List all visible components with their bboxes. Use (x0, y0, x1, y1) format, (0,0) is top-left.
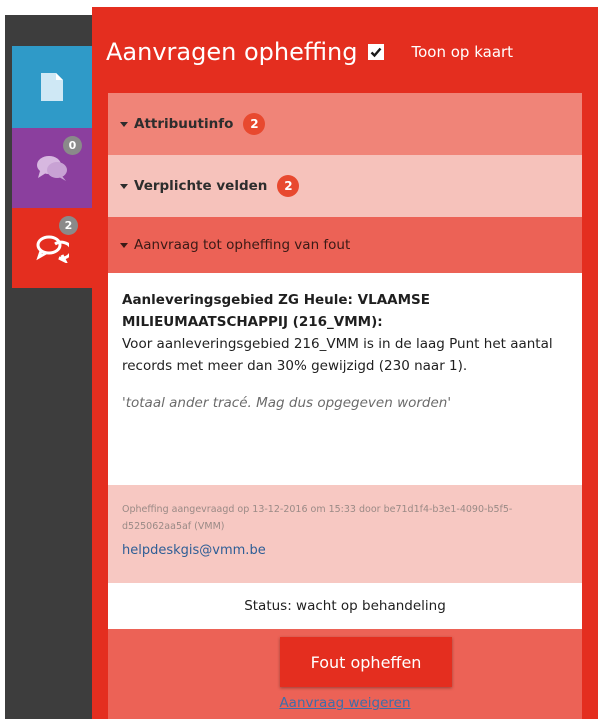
detail-heading: Aanleveringsgebied ZG Heule: VLAAMSE MIL… (122, 292, 430, 330)
messages-count-badge: 0 (63, 136, 82, 155)
section-attribute-info[interactable]: Attribuutinfo 2 (108, 93, 582, 155)
sidebar-tab-messages[interactable]: 0 (12, 128, 92, 208)
checkmark-icon (370, 47, 381, 58)
sidebar-tab-requests[interactable]: 2 (12, 208, 92, 288)
request-detail: Aanleveringsgebied ZG Heule: VLAAMSE MIL… (108, 273, 582, 485)
chat-bubbles-icon (36, 235, 69, 263)
resolve-error-button[interactable]: Fout opheffen (280, 637, 452, 687)
request-meta: Opheffing aangevraagd op 13-12-2016 om 1… (108, 485, 582, 583)
section-label: Attribuutinfo (134, 116, 234, 132)
section-required-fields[interactable]: Verplichte velden 2 (108, 155, 582, 217)
section-request[interactable]: Aanvraag tot opheffing van fout (108, 217, 582, 273)
sidebar-tab-document[interactable] (12, 46, 92, 128)
caret-down-icon (120, 121, 128, 127)
chat-bubbles-icon (37, 156, 67, 181)
requests-count-badge: 2 (59, 216, 78, 235)
document-icon (41, 73, 63, 101)
panel-top-spacer (92, 0, 598, 7)
status-bar: Status: wacht op behandeling (108, 583, 582, 629)
caret-down-icon (120, 242, 128, 248)
page-title: Aanvragen opheffing (106, 38, 358, 66)
section-label: Verplichte velden (134, 178, 268, 194)
reject-request-link[interactable]: Aanvraag weigeren (108, 695, 582, 711)
sidebar-top-spacer (5, 0, 92, 15)
section-label: Aanvraag tot opheffing van fout (134, 237, 351, 253)
status-text: Status: wacht op behandeling (244, 598, 446, 614)
requester-email-link[interactable]: helpdeskgis@vmm.be (122, 543, 568, 558)
panel-header: Aanvragen opheffing Toon op kaart (106, 38, 598, 66)
count-badge: 2 (243, 113, 266, 135)
detail-body: Voor aanleveringsgebied 216_VMM is in de… (122, 336, 553, 374)
caret-down-icon (120, 183, 128, 189)
show-on-map-link[interactable]: Toon op kaart (412, 43, 514, 61)
requests-panel: Aanvragen opheffing Toon op kaart Attrib… (92, 0, 598, 719)
action-footer: Fout opheffen Aanvraag weigeren (108, 629, 582, 719)
show-on-map-checkbox[interactable] (367, 44, 384, 60)
count-badge: 2 (277, 175, 300, 197)
detail-comment: 'totaal ander tracé. Mag dus opgegeven w… (122, 395, 452, 411)
request-meta-text: Opheffing aangevraagd op 13-12-2016 om 1… (122, 504, 513, 532)
sidebar: 0 2 (5, 0, 92, 719)
